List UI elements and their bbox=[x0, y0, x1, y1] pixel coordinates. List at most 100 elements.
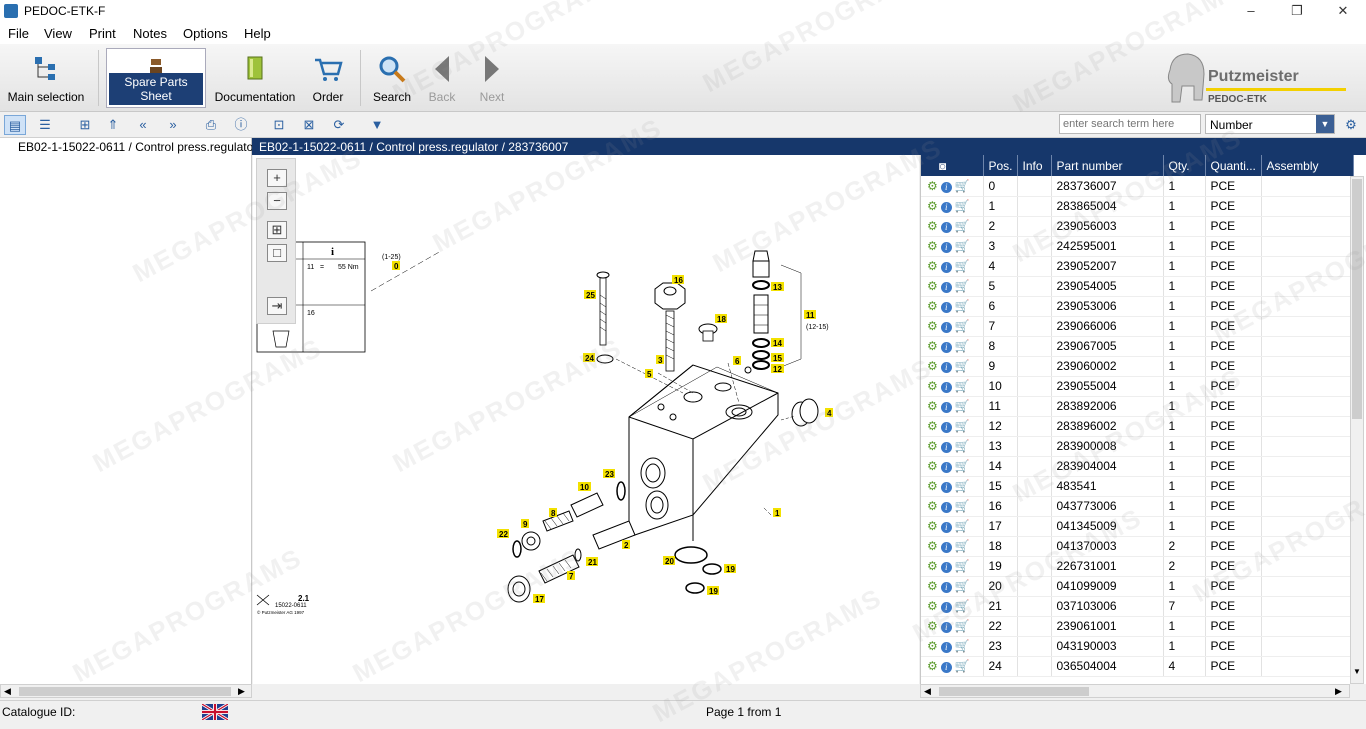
table-row[interactable]: ⚙ i 🛒 20 041099009 1 PCE bbox=[921, 576, 1354, 597]
scroll-left-icon[interactable]: ◀ bbox=[4, 686, 11, 697]
info-icon[interactable]: i bbox=[940, 382, 952, 393]
scroll-right-icon[interactable]: ▶ bbox=[238, 686, 245, 697]
table-row[interactable]: ⚙ i 🛒 16 043773006 1 PCE bbox=[921, 496, 1354, 517]
table-row[interactable]: ⚙ i 🛒 5 239054005 1 PCE bbox=[921, 276, 1354, 297]
info-icon[interactable]: i bbox=[940, 342, 952, 353]
info-icon[interactable]: i bbox=[940, 562, 952, 573]
info-icon[interactable]: i bbox=[940, 422, 952, 433]
info-icon[interactable]: i bbox=[940, 402, 952, 413]
gear-icon[interactable]: ⚙ bbox=[927, 419, 938, 433]
info-icon[interactable]: i bbox=[940, 582, 952, 593]
info-icon[interactable]: i bbox=[940, 542, 952, 553]
cart-icon[interactable]: 🛒 bbox=[955, 559, 970, 573]
up-level-icon[interactable]: ⇑ bbox=[102, 115, 124, 135]
gear-icon[interactable]: ⚙ bbox=[927, 259, 938, 273]
gear-icon[interactable]: ⚙ bbox=[927, 339, 938, 353]
gear-icon[interactable]: ⚙ bbox=[927, 299, 938, 313]
table-row[interactable]: ⚙ i 🛒 0 283736007 1 PCE bbox=[921, 176, 1354, 197]
print-icon[interactable]: ⎙ bbox=[200, 115, 222, 135]
cart-icon[interactable]: 🛒 bbox=[955, 339, 970, 353]
gear-icon[interactable]: ⚙ bbox=[927, 519, 938, 533]
info-icon[interactable]: i bbox=[940, 462, 952, 473]
gear-icon[interactable]: ⚙ bbox=[927, 399, 938, 413]
table-row[interactable]: ⚙ i 🛒 18 041370003 2 PCE bbox=[921, 536, 1354, 557]
gear-icon[interactable]: ⚙ bbox=[927, 659, 938, 673]
info-icon[interactable]: i bbox=[940, 482, 952, 493]
filter-icon[interactable]: ▼ bbox=[366, 115, 388, 135]
scroll-thumb[interactable] bbox=[19, 687, 231, 696]
table-row[interactable]: ⚙ i 🛒 23 043190003 1 PCE bbox=[921, 636, 1354, 657]
maximize-button[interactable]: ❐ bbox=[1274, 0, 1320, 22]
search-input[interactable] bbox=[1059, 114, 1201, 134]
info-icon[interactable]: i bbox=[940, 302, 952, 313]
menu-view[interactable]: View bbox=[44, 26, 72, 41]
cart-icon[interactable]: 🛒 bbox=[955, 639, 970, 653]
gear-icon[interactable]: ⚙ bbox=[927, 239, 938, 253]
spare-parts-sheet-button[interactable]: Spare Parts Sheet bbox=[106, 48, 206, 108]
gear-icon[interactable]: ⚙ bbox=[927, 279, 938, 293]
minimize-button[interactable]: – bbox=[1228, 0, 1274, 22]
info-icon[interactable]: i bbox=[940, 602, 952, 613]
table-row[interactable]: ⚙ i 🛒 12 283896002 1 PCE bbox=[921, 416, 1354, 437]
menu-notes[interactable]: Notes bbox=[133, 26, 167, 41]
column-pos[interactable]: Pos. bbox=[983, 155, 1018, 176]
table-row[interactable]: ⚙ i 🛒 11 283892006 1 PCE bbox=[921, 396, 1354, 417]
column-quantity-unit[interactable]: Quanti... bbox=[1205, 155, 1262, 176]
info-icon[interactable]: i bbox=[940, 642, 952, 653]
list-view-icon[interactable]: ▤ bbox=[4, 115, 26, 135]
table-horizontal-scrollbar[interactable]: ◀ ▶ bbox=[920, 684, 1350, 698]
scroll-left-icon[interactable]: ◀ bbox=[924, 686, 931, 697]
cart-icon[interactable]: 🛒 bbox=[955, 199, 970, 213]
cart-icon[interactable]: 🛒 bbox=[955, 519, 970, 533]
gear-icon[interactable]: ⚙ bbox=[927, 559, 938, 573]
gear-icon[interactable]: ⚙ bbox=[927, 639, 938, 653]
cart-icon[interactable]: 🛒 bbox=[955, 439, 970, 453]
info-icon[interactable]: i bbox=[940, 362, 952, 373]
tree-node[interactable]: EB02-1-15022-0611 / Control press.regula… bbox=[18, 140, 257, 154]
menu-help[interactable]: Help bbox=[244, 26, 271, 41]
zoom-in-icon[interactable]: + bbox=[267, 169, 287, 187]
info-icon[interactable]: i bbox=[940, 282, 952, 293]
fit-image-icon[interactable]: ⊡ bbox=[268, 115, 290, 135]
column-part-number[interactable]: Part number bbox=[1051, 155, 1164, 176]
uk-flag-icon[interactable] bbox=[202, 704, 228, 720]
back-button[interactable]: Back bbox=[420, 48, 464, 108]
cart-icon[interactable]: 🛒 bbox=[955, 619, 970, 633]
table-row[interactable]: ⚙ i 🛒 15 483541 1 PCE bbox=[921, 476, 1354, 497]
cart-icon[interactable]: 🛒 bbox=[955, 239, 970, 253]
documentation-button[interactable]: Documentation bbox=[210, 48, 300, 108]
menu-options[interactable]: Options bbox=[183, 26, 228, 41]
search-mode-select[interactable]: Number ▼ bbox=[1205, 114, 1335, 134]
table-row[interactable]: ⚙ i 🛒 4 239052007 1 PCE bbox=[921, 256, 1354, 277]
table-row[interactable]: ⚙ i 🛒 19 226731001 2 PCE bbox=[921, 556, 1354, 577]
info-icon[interactable]: i bbox=[940, 442, 952, 453]
menu-print[interactable]: Print bbox=[89, 26, 116, 41]
info-icon[interactable]: i bbox=[940, 522, 952, 533]
close-button[interactable]: ✕ bbox=[1320, 0, 1366, 22]
cart-icon[interactable]: 🛒 bbox=[955, 479, 970, 493]
cart-icon[interactable]: 🛒 bbox=[955, 179, 970, 193]
gear-icon[interactable]: ⚙ bbox=[927, 479, 938, 493]
info-icon[interactable]: i bbox=[940, 181, 952, 193]
refresh-icon[interactable]: ⟳ bbox=[328, 115, 350, 135]
cart-icon[interactable]: 🛒 bbox=[955, 219, 970, 233]
export-icon[interactable]: ⇥ bbox=[267, 297, 287, 315]
gear-icon[interactable]: ⚙ bbox=[927, 599, 938, 613]
cart-icon[interactable]: 🛒 bbox=[955, 499, 970, 513]
column-qty[interactable]: Qty. bbox=[1163, 155, 1206, 176]
tree-horizontal-scrollbar[interactable]: ◀ ▶ bbox=[0, 684, 252, 698]
gear-icon[interactable]: ⚙ bbox=[927, 219, 938, 233]
chevron-down-icon[interactable]: ▼ bbox=[1316, 115, 1334, 133]
gear-icon[interactable]: ⚙ bbox=[927, 359, 938, 373]
search-button[interactable]: Search bbox=[368, 48, 416, 108]
info-icon[interactable]: i bbox=[940, 622, 952, 633]
main-selection-button[interactable]: Main selection bbox=[4, 48, 88, 108]
search-go-icon[interactable]: ⚙ bbox=[1340, 115, 1362, 135]
table-row[interactable]: ⚙ i 🛒 14 283904004 1 PCE bbox=[921, 456, 1354, 477]
zoom-region-icon[interactable]: ⊠ bbox=[298, 115, 320, 135]
column-assembly[interactable]: Assembly bbox=[1261, 155, 1354, 176]
gear-icon[interactable]: ⚙ bbox=[927, 499, 938, 513]
table-row[interactable]: ⚙ i 🛒 17 041345009 1 PCE bbox=[921, 516, 1354, 537]
gear-icon[interactable]: ⚙ bbox=[927, 379, 938, 393]
order-button[interactable]: Order bbox=[304, 48, 352, 108]
